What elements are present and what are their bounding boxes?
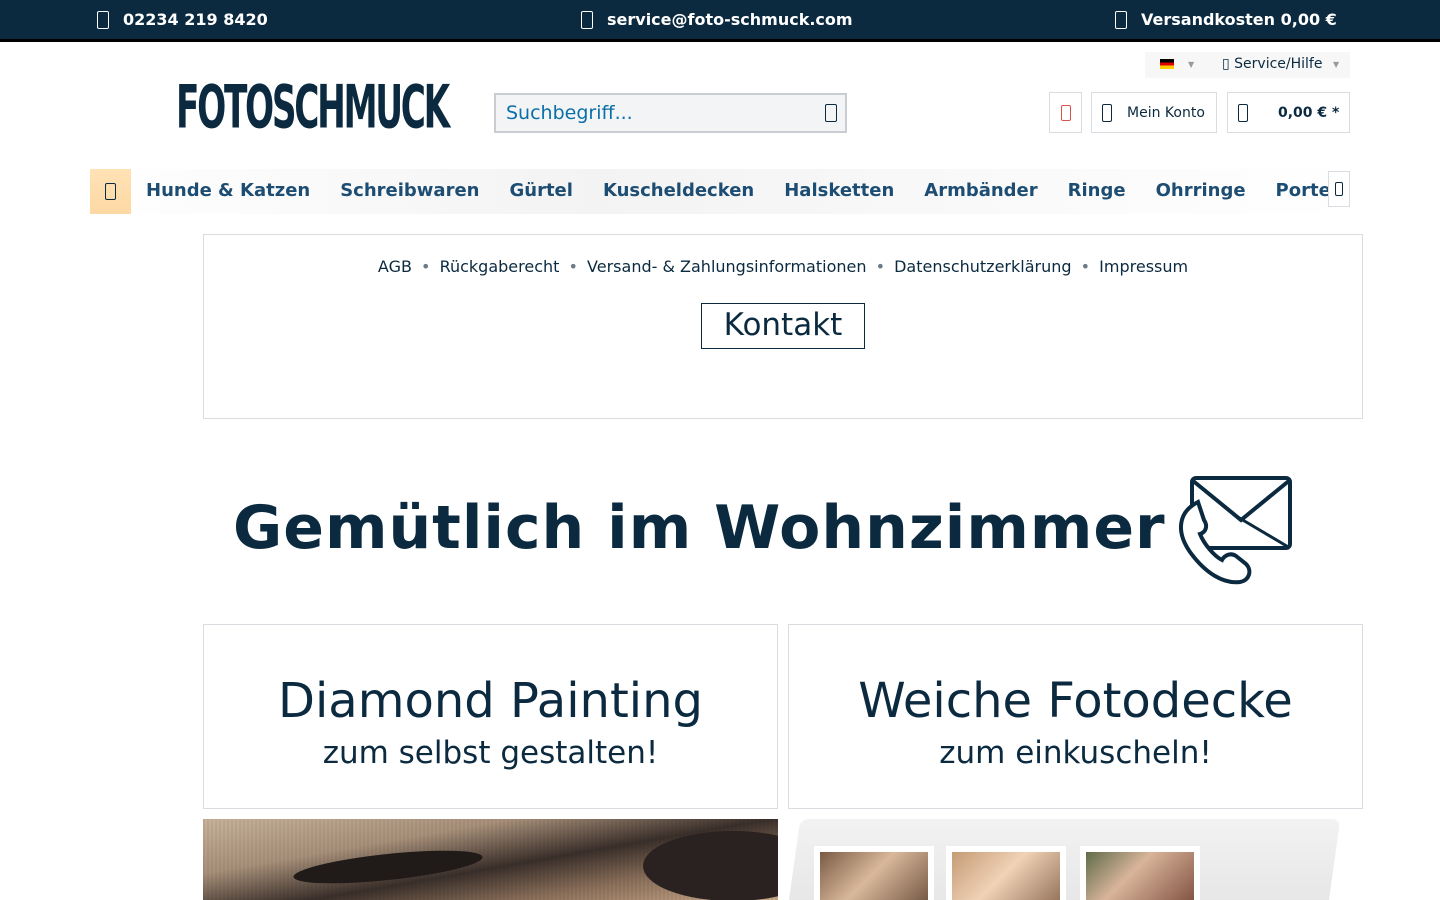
language-flag-icon[interactable]: [1160, 59, 1174, 69]
nav-scroll-next-button[interactable]: [1328, 171, 1350, 207]
hero-title: Gemütlich im Wohnzimmer: [233, 493, 1166, 563]
phone-contact[interactable]: 02234 219 8420: [97, 10, 268, 29]
wishlist-button[interactable]: [1049, 92, 1082, 133]
link-separator: •: [1080, 257, 1091, 276]
home-button[interactable]: [90, 169, 131, 214]
shop-logo[interactable]: FOTOSCHMUCK: [176, 75, 450, 171]
cart-button[interactable]: 0,00 € *: [1227, 92, 1350, 133]
search-input[interactable]: [496, 95, 806, 131]
fotodecke-image[interactable]: [788, 819, 1363, 900]
service-help-label: Service/Hilfe: [1234, 56, 1323, 72]
email-address: service@foto-schmuck.com: [607, 10, 853, 29]
nav-item-halsketten[interactable]: Halsketten: [784, 180, 894, 201]
nav-item-hunde-katzen[interactable]: Hunde & Katzen: [146, 180, 310, 201]
diamond-painting-image[interactable]: [203, 819, 778, 900]
link-separator: •: [875, 257, 886, 276]
link-separator: •: [421, 257, 431, 276]
shipping-info: Versandkosten 0,00 €: [1115, 10, 1337, 29]
nav-item-kuscheldecken[interactable]: Kuscheldecken: [603, 180, 754, 201]
top-info-bar: 02234 219 8420 service@foto-schmuck.com …: [0, 0, 1440, 42]
cart-total: 0,00 € *: [1278, 104, 1340, 121]
link-impressum[interactable]: Impressum: [1099, 257, 1188, 276]
promo-subtitle: zum einkuscheln!: [939, 735, 1212, 771]
promo-title: Diamond Painting: [278, 673, 703, 729]
shipping-text: Versandkosten 0,00 €: [1141, 10, 1337, 29]
image-detail: [292, 844, 484, 890]
heart-icon: [1061, 104, 1071, 121]
account-button[interactable]: Mein Konto: [1091, 92, 1217, 133]
service-caret-icon[interactable]: ▼: [1333, 60, 1339, 69]
language-caret-icon[interactable]: ▼: [1188, 60, 1194, 69]
nav-item-ringe[interactable]: Ringe: [1068, 180, 1126, 201]
link-rueckgaberecht[interactable]: Rückgaberecht: [440, 257, 560, 276]
nav-item-porte[interactable]: Porte: [1276, 180, 1331, 201]
truck-icon: [1115, 10, 1127, 29]
photo-tile: [814, 846, 934, 900]
account-label: Mein Konto: [1127, 104, 1205, 121]
phone-icon: [97, 10, 109, 29]
promo-title: Weiche Fotodecke: [858, 673, 1293, 729]
cart-icon: [1238, 103, 1248, 122]
main-navigation: Hunde & Katzen Schreibwaren Gürtel Kusch…: [90, 169, 1350, 214]
chevron-right-icon: [1335, 182, 1343, 196]
mail-phone-icon: [1178, 476, 1292, 585]
photo-tile: [1080, 846, 1200, 900]
service-help-link[interactable]: ▯ Service/Hilfe: [1222, 56, 1322, 72]
info-links-box: AGB • Rückgaberecht • Versand- & Zahlung…: [203, 234, 1363, 419]
service-bar: ▼ ▯ Service/Hilfe ▼: [1145, 52, 1350, 78]
nav-item-armbaender[interactable]: Armbänder: [924, 180, 1037, 201]
nav-item-guertel[interactable]: Gürtel: [509, 180, 572, 201]
user-icon: [1102, 103, 1112, 122]
search-bar: [494, 93, 847, 133]
promo-subtitle: zum selbst gestalten!: [322, 735, 659, 771]
nav-item-schreibwaren[interactable]: Schreibwaren: [340, 180, 479, 201]
mail-icon: [581, 10, 593, 29]
home-icon: [105, 183, 116, 200]
link-versand[interactable]: Versand- & Zahlungsinformationen: [587, 257, 866, 276]
photo-tile: [946, 846, 1066, 900]
promo-fotodecke[interactable]: Weiche Fotodecke zum einkuscheln!: [788, 624, 1363, 809]
search-icon[interactable]: [825, 104, 837, 122]
link-agb[interactable]: AGB: [378, 257, 412, 276]
link-separator: •: [568, 257, 578, 276]
nav-item-ohrringe[interactable]: Ohrringe: [1156, 180, 1246, 201]
phone-number: 02234 219 8420: [123, 10, 268, 29]
contact-button[interactable]: Kontakt: [701, 303, 865, 349]
email-contact[interactable]: service@foto-schmuck.com: [581, 10, 853, 29]
link-datenschutz[interactable]: Datenschutzerklärung: [894, 257, 1071, 276]
legal-links: AGB • Rückgaberecht • Versand- & Zahlung…: [204, 257, 1362, 276]
image-detail: [643, 831, 778, 900]
promo-diamond-painting[interactable]: Diamond Painting zum selbst gestalten!: [203, 624, 778, 809]
